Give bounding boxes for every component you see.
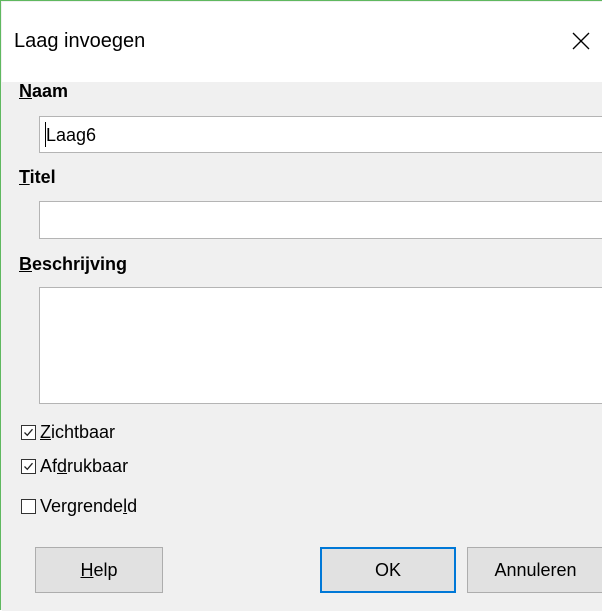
title-bar: Laag invoegen — [2, 2, 602, 82]
checkbox-locked[interactable]: Vergrendeld — [21, 494, 137, 518]
checkbox-printable[interactable]: Afdrukbaar — [21, 454, 128, 478]
title-label: Titel — [19, 167, 56, 187]
dialog-window: Laag invoegen Naam Laag6 Titel Beschrijv… — [0, 0, 602, 611]
description-textarea[interactable] — [39, 287, 602, 404]
checkmark-icon — [24, 428, 33, 436]
checkmark-icon — [24, 462, 33, 470]
dialog-title: Laag invoegen — [14, 30, 146, 52]
title-input[interactable] — [39, 201, 602, 239]
checkbox-visible[interactable]: Zichtbaar — [21, 420, 115, 444]
help-button[interactable]: Help — [35, 547, 163, 593]
checkbox-printable-label: Afdrukbaar — [40, 455, 129, 476]
description-label: Beschrijving — [19, 254, 128, 274]
checkbox-visible-label: Zichtbaar — [40, 421, 116, 442]
checkbox-locked-box[interactable] — [21, 498, 36, 514]
checkbox-printable-box[interactable] — [21, 458, 36, 474]
close-icon — [572, 32, 590, 50]
close-button[interactable] — [559, 16, 602, 66]
ok-button[interactable]: OK — [320, 547, 456, 593]
name-input[interactable] — [39, 116, 602, 153]
name-label: Naam — [19, 81, 69, 101]
checkbox-visible-box[interactable] — [21, 424, 36, 440]
text-cursor — [45, 122, 46, 147]
checkbox-locked-label: Vergrendeld — [40, 495, 138, 516]
cancel-button[interactable]: Annuleren — [467, 547, 602, 593]
